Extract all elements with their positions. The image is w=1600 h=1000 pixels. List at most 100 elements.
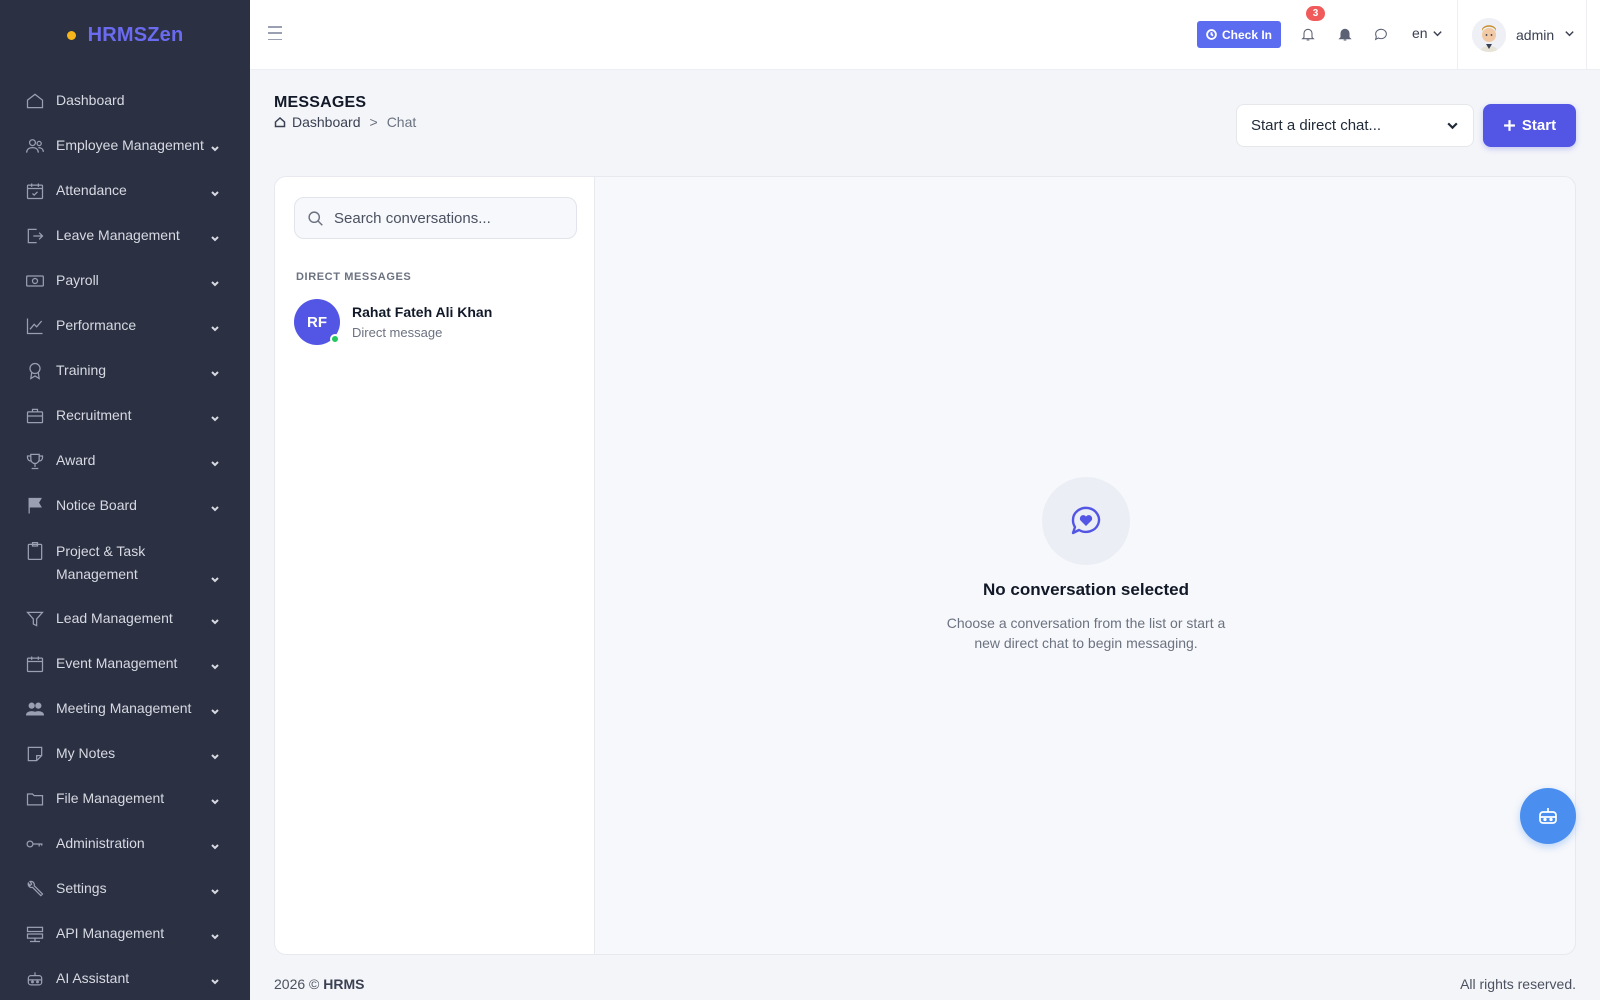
chevron-down-icon — [1564, 26, 1575, 44]
footer-rights: All rights reserved. — [1460, 976, 1576, 992]
sidebar-item-settings[interactable]: Settings — [0, 866, 250, 911]
user-menu[interactable]: admin — [1457, 0, 1587, 70]
brand-dot-icon — [66, 30, 76, 40]
sidebar-item-employee-management[interactable]: Employee Management — [0, 123, 250, 168]
sidebar-item-attendance[interactable]: Attendance — [0, 168, 250, 213]
chevron-down-icon — [210, 276, 224, 290]
funnel-icon — [24, 608, 46, 630]
conversation-list: DIRECT MESSAGES RF Rahat Fateh Ali Khan … — [275, 177, 595, 954]
sidebar-item-ai-assistant[interactable]: AI Assistant — [0, 956, 250, 1000]
brand[interactable]: HRMSZen — [0, 0, 250, 70]
sidebar: HRMSZen Dashboard Employee Management At… — [0, 0, 250, 1000]
sidebar-item-award[interactable]: Award — [0, 438, 250, 483]
sidebar-item-label: Event Management — [56, 655, 178, 671]
chevron-down-icon — [210, 884, 224, 898]
sidebar-item-event-management[interactable]: Event Management — [0, 641, 250, 686]
sidebar-nav: Dashboard Employee Management Attendance… — [0, 78, 250, 1000]
language-selector[interactable]: en — [1412, 25, 1443, 41]
sidebar-item-recruitment[interactable]: Recruitment — [0, 393, 250, 438]
sidebar-item-performance[interactable]: Performance — [0, 303, 250, 348]
users-icon — [24, 135, 46, 157]
chevron-down-icon — [210, 704, 224, 718]
avatar-initials: RF — [307, 313, 327, 331]
sidebar-item-administration[interactable]: Administration — [0, 821, 250, 866]
section-label-direct-messages: DIRECT MESSAGES — [296, 271, 412, 283]
conversation-name: Rahat Fateh Ali Khan — [352, 304, 493, 320]
avatar: RF — [294, 299, 340, 345]
sidebar-item-file-management[interactable]: File Management — [0, 776, 250, 821]
trophy-icon — [24, 450, 46, 472]
sidebar-item-label: Project & Task Management — [56, 543, 146, 582]
chat-icon[interactable] — [1372, 25, 1390, 43]
sidebar-item-label: Recruitment — [56, 407, 132, 423]
chevron-down-icon — [1432, 30, 1442, 36]
sidebar-item-label: Payroll — [56, 272, 99, 288]
list-item[interactable]: RF Rahat Fateh Ali Khan Direct message — [294, 297, 577, 347]
sidebar-item-label: Notice Board — [56, 497, 137, 513]
sidebar-item-label: API Management — [56, 925, 165, 941]
chevron-down-icon — [210, 794, 224, 808]
bell-icon[interactable] — [1336, 25, 1354, 43]
search-input[interactable] — [334, 209, 554, 227]
notification-badge: 3 — [1306, 6, 1325, 21]
sidebar-item-label: Attendance — [56, 182, 127, 198]
award-icon — [24, 360, 46, 382]
sidebar-item-label: Meeting Management — [56, 700, 192, 716]
flag-icon — [24, 495, 46, 517]
sidebar-item-payroll[interactable]: Payroll — [0, 258, 250, 303]
chart-line-icon — [24, 315, 46, 337]
sidebar-item-label: Settings — [56, 880, 107, 896]
calendar-check-icon — [24, 180, 46, 202]
menu-toggle-icon[interactable] — [268, 26, 282, 40]
direct-chat-select-value: Start a direct chat... — [1251, 117, 1382, 134]
sidebar-item-leave-management[interactable]: Leave Management — [0, 213, 250, 258]
footer-year: 2026 © — [274, 976, 320, 992]
footer-copyright: 2026 © HRMS — [274, 976, 364, 992]
clipboard-icon — [24, 540, 46, 562]
sidebar-item-notice-board[interactable]: Notice Board — [0, 483, 250, 528]
language-label: en — [1412, 25, 1428, 41]
empty-state-title: No conversation selected — [983, 580, 1189, 599]
conversation-subtitle: Direct message — [352, 325, 443, 340]
sidebar-item-label: My Notes — [56, 745, 116, 761]
sidebar-item-project-task-management[interactable]: Project & Task Management — [0, 528, 250, 596]
group-icon — [24, 698, 46, 720]
ai-assistant-button[interactable] — [1520, 788, 1576, 844]
server-icon — [24, 923, 46, 945]
home-icon — [24, 90, 46, 112]
direct-chat-select[interactable]: Start a direct chat... — [1236, 104, 1474, 147]
check-in-label: Check In — [1221, 27, 1272, 42]
sidebar-item-meeting-management[interactable]: Meeting Management — [0, 686, 250, 731]
wrench-icon — [24, 878, 46, 900]
search-box[interactable] — [294, 197, 577, 239]
sidebar-item-label: File Management — [56, 790, 165, 806]
sidebar-item-dashboard[interactable]: Dashboard — [0, 78, 250, 123]
brand-name: HRMSZen — [87, 23, 184, 46]
chevron-down-icon — [210, 411, 224, 425]
avatar — [1472, 18, 1506, 52]
folder-icon — [24, 788, 46, 810]
breadcrumb-current: Chat — [386, 114, 417, 130]
sidebar-item-label: Training — [56, 362, 107, 378]
start-button[interactable]: Start — [1483, 104, 1576, 147]
home-icon — [274, 116, 286, 128]
conversation-text: Rahat Fateh Ali Khan Direct message — [352, 304, 492, 340]
calendar-icon — [24, 653, 46, 675]
check-in-button[interactable]: Check In — [1197, 21, 1281, 48]
bell-outline-icon[interactable] — [1299, 25, 1317, 43]
chevron-down-icon — [210, 659, 224, 673]
topbar: Check In 3 en admin — [250, 0, 1600, 70]
sidebar-item-api-management[interactable]: API Management — [0, 911, 250, 956]
sidebar-item-label: Administration — [56, 835, 145, 851]
sidebar-item-my-notes[interactable]: My Notes — [0, 731, 250, 776]
breadcrumb-home-link[interactable]: Dashboard — [292, 114, 361, 130]
briefcase-icon — [24, 405, 46, 427]
chevron-down-icon — [210, 456, 224, 470]
chevron-down-icon — [210, 749, 224, 763]
chevron-down-icon — [210, 186, 224, 200]
sidebar-item-training[interactable]: Training — [0, 348, 250, 393]
page-title: MESSAGES — [274, 94, 367, 111]
money-icon — [24, 270, 46, 292]
sidebar-item-lead-management[interactable]: Lead Management — [0, 596, 250, 641]
logout-icon — [24, 225, 46, 247]
